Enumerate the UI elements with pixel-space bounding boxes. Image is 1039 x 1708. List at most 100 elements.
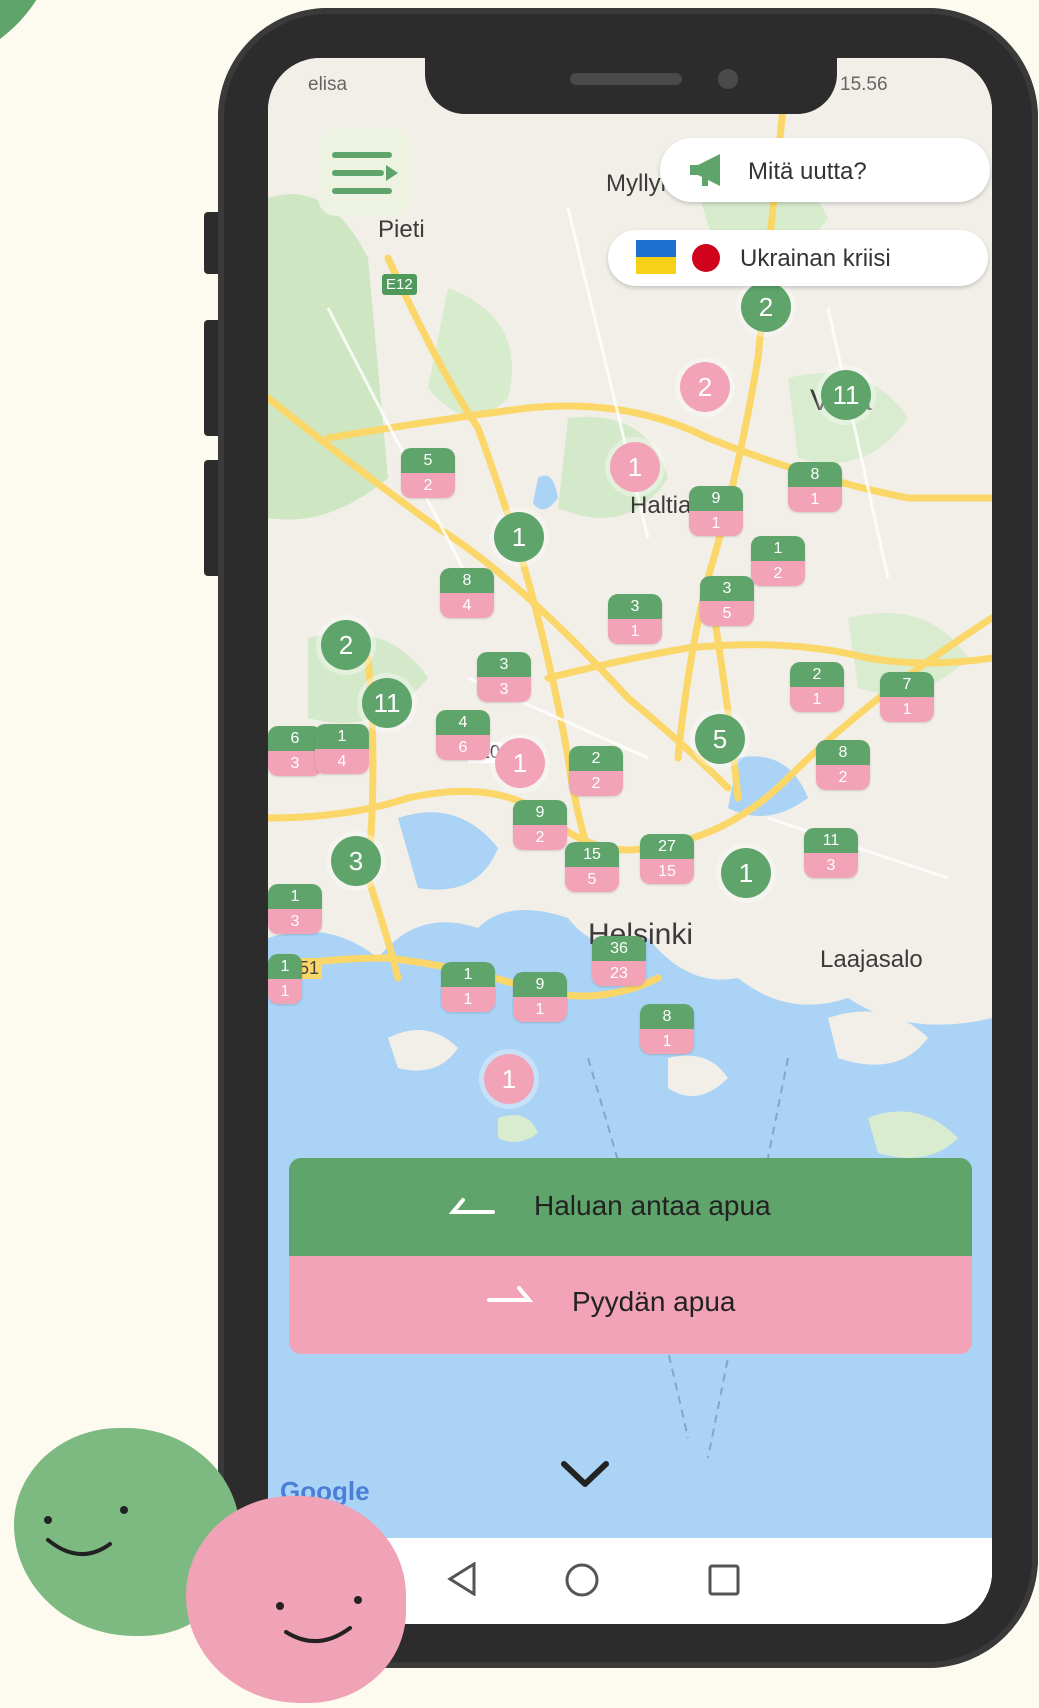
arrow-right-icon xyxy=(487,1286,533,1302)
help-stack-marker[interactable]: 46 xyxy=(436,710,490,760)
help-stack-marker[interactable]: 71 xyxy=(880,672,934,722)
ask-count: 2 xyxy=(513,825,567,850)
decorative-leaf xyxy=(0,0,52,112)
crisis-button[interactable]: Ukrainan kriisi xyxy=(608,230,988,286)
map-background[interactable] xyxy=(268,58,992,1624)
help-stack-marker[interactable]: 91 xyxy=(689,486,743,536)
help-stack-marker[interactable]: 21 xyxy=(790,662,844,712)
help-stack-marker[interactable]: 35 xyxy=(700,576,754,626)
ask-help-button[interactable]: Pyydän apua xyxy=(289,1256,972,1354)
home-icon[interactable] xyxy=(564,1562,600,1598)
help-stack-marker[interactable]: 15 5 xyxy=(565,842,619,892)
cluster-marker[interactable]: 11 xyxy=(821,370,871,420)
give-count: 1 xyxy=(268,954,302,979)
ask-count: 1 xyxy=(608,619,662,644)
give-help-label: Haluan antaa apua xyxy=(534,1190,771,1221)
pink-mascot xyxy=(186,1496,406,1703)
help-stack-marker[interactable]: 22 xyxy=(569,746,623,796)
back-icon[interactable] xyxy=(446,1562,478,1596)
carrier-label: elisa xyxy=(308,74,348,95)
give-count: 4 xyxy=(436,710,490,735)
ask-count: 1 xyxy=(268,979,302,1004)
help-stack-marker[interactable]: 33 xyxy=(477,652,531,702)
give-count: 15 xyxy=(565,842,619,867)
help-stack-marker[interactable]: 84 xyxy=(440,568,494,618)
ask-count: 1 xyxy=(513,997,567,1022)
help-stack-marker[interactable]: 63 xyxy=(268,726,322,776)
menu-button[interactable] xyxy=(318,128,412,216)
cluster-marker[interactable]: 1 xyxy=(495,738,545,788)
help-stack-marker[interactable]: 11 xyxy=(441,962,495,1012)
help-stack-marker[interactable]: 52 xyxy=(401,448,455,498)
ask-count: 23 xyxy=(592,961,646,986)
give-count: 2 xyxy=(569,746,623,771)
give-count: 9 xyxy=(689,486,743,511)
give-count: 1 xyxy=(751,536,805,561)
cluster-marker[interactable]: 1 xyxy=(721,848,771,898)
help-stack-marker[interactable]: 36 23 xyxy=(592,936,646,986)
give-count: 3 xyxy=(700,576,754,601)
help-stack-marker[interactable]: 13 xyxy=(268,884,322,934)
ask-count: 15 xyxy=(640,859,694,884)
cluster-marker[interactable]: 1 xyxy=(610,442,660,492)
give-count: 9 xyxy=(513,800,567,825)
phone-button xyxy=(204,212,218,274)
help-stack-marker[interactable]: 81 xyxy=(640,1004,694,1054)
give-count: 7 xyxy=(880,672,934,697)
ukraine-flag-icon xyxy=(636,240,676,274)
ask-count: 2 xyxy=(751,561,805,586)
cluster-marker[interactable]: 3 xyxy=(331,836,381,886)
arrow-left-icon xyxy=(449,1198,495,1214)
give-count: 3 xyxy=(608,594,662,619)
ask-count: 4 xyxy=(440,593,494,618)
help-stack-marker[interactable]: 27 15 xyxy=(640,834,694,884)
help-stack-marker[interactable]: 91 xyxy=(513,972,567,1022)
phone-button xyxy=(204,460,218,576)
ask-count: 1 xyxy=(640,1029,694,1054)
cluster-marker[interactable]: 2 xyxy=(680,362,730,412)
road-shield: E12 xyxy=(382,274,417,295)
place-label: Laajasalo xyxy=(820,946,923,973)
give-count: 5 xyxy=(401,448,455,473)
help-stack-marker[interactable]: 12 xyxy=(751,536,805,586)
help-stack-marker[interactable]: 81 xyxy=(788,462,842,512)
news-button[interactable]: Mitä uutta? xyxy=(660,138,990,202)
app-screen: elisa 15.56 Myllyky. Pieti E12 Haltiala … xyxy=(268,58,992,1624)
give-count: 27 xyxy=(640,834,694,859)
help-stack-marker[interactable]: 14 xyxy=(315,724,369,774)
crisis-label: Ukrainan kriisi xyxy=(740,245,891,272)
give-count: 8 xyxy=(640,1004,694,1029)
cluster-marker[interactable]: 1 xyxy=(494,512,544,562)
phone-speaker xyxy=(570,73,682,85)
ask-count: 1 xyxy=(880,697,934,722)
ask-count: 1 xyxy=(790,687,844,712)
chevron-down-icon[interactable] xyxy=(560,1458,610,1492)
ask-count: 2 xyxy=(401,473,455,498)
ask-count: 5 xyxy=(700,601,754,626)
status-time: 15.56 xyxy=(840,74,888,95)
give-count: 8 xyxy=(788,462,842,487)
help-stack-marker[interactable]: 11 xyxy=(268,954,302,1004)
ask-count: 3 xyxy=(268,751,322,776)
cluster-marker[interactable]: 5 xyxy=(695,714,745,764)
help-stack-marker[interactable]: 31 xyxy=(608,594,662,644)
cluster-marker[interactable]: 2 xyxy=(741,282,791,332)
cluster-marker[interactable]: 11 xyxy=(362,678,412,728)
give-help-button[interactable]: Haluan antaa apua xyxy=(289,1158,972,1256)
give-count: 11 xyxy=(804,828,858,853)
cluster-marker[interactable]: 1 xyxy=(484,1054,534,1104)
alert-dot-icon xyxy=(692,244,720,272)
help-stack-marker[interactable]: 11 3 xyxy=(804,828,858,878)
ask-count: 1 xyxy=(788,487,842,512)
help-stack-marker[interactable]: 92 xyxy=(513,800,567,850)
ask-count: 3 xyxy=(268,909,322,934)
help-stack-marker[interactable]: 82 xyxy=(816,740,870,790)
recents-icon[interactable] xyxy=(708,1564,740,1596)
camera-icon xyxy=(718,69,738,89)
news-label: Mitä uutta? xyxy=(748,158,867,185)
give-count: 3 xyxy=(477,652,531,677)
give-count: 6 xyxy=(268,726,322,751)
ask-count: 3 xyxy=(804,853,858,878)
ask-count: 4 xyxy=(315,749,369,774)
cluster-marker[interactable]: 2 xyxy=(321,620,371,670)
